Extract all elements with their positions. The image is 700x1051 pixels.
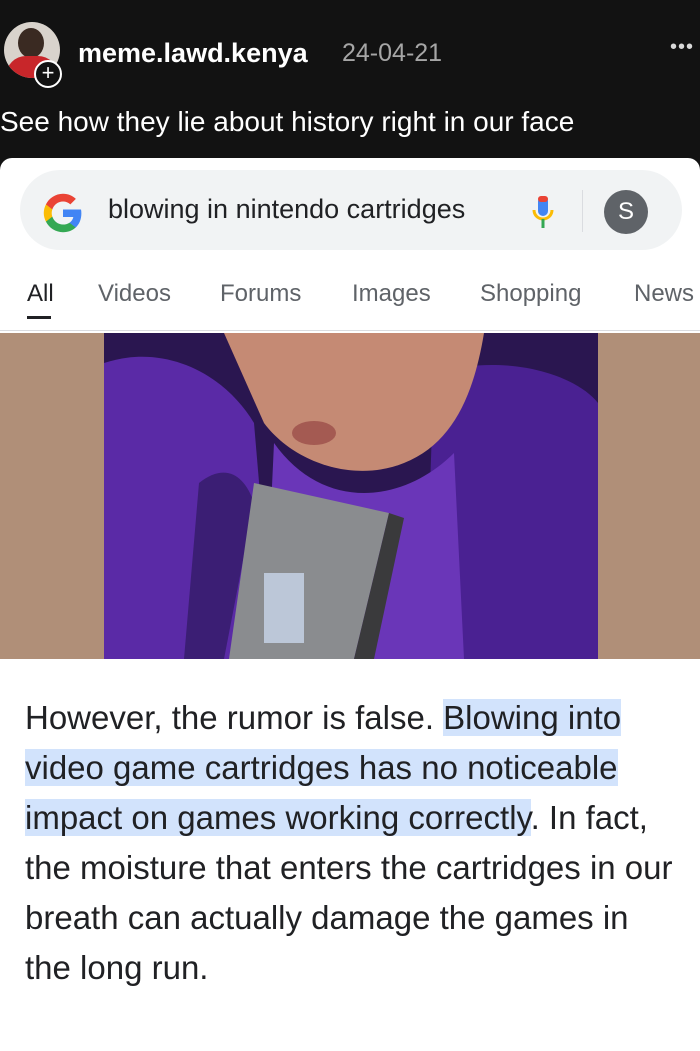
microphone-icon[interactable] xyxy=(530,194,556,230)
avatar-face xyxy=(18,28,44,58)
result-photo xyxy=(104,333,598,659)
active-tab-indicator xyxy=(27,316,51,319)
more-options-icon[interactable]: ••• xyxy=(670,36,694,59)
tab-shopping[interactable]: Shopping xyxy=(480,280,581,308)
snippet-text-start: However, the rumor is false. xyxy=(25,699,444,736)
result-image-panel[interactable] xyxy=(0,333,700,659)
tab-images[interactable]: Images xyxy=(352,280,431,308)
follow-plus-icon[interactable]: + xyxy=(34,60,62,88)
tab-all[interactable]: All xyxy=(27,280,54,308)
search-screenshot: blowing in nintendo cartridges S All Vid… xyxy=(0,158,700,1051)
search-input[interactable]: blowing in nintendo cartridges xyxy=(108,194,465,225)
profile-avatar-button[interactable]: S xyxy=(604,190,648,234)
tab-forums[interactable]: Forums xyxy=(220,280,301,308)
google-logo-icon xyxy=(43,193,82,233)
tab-news[interactable]: News xyxy=(634,280,694,308)
tabs-divider xyxy=(0,330,700,331)
search-bar[interactable]: blowing in nintendo cartridges S xyxy=(20,170,682,250)
username[interactable]: meme.lawd.kenya xyxy=(78,38,308,69)
search-tabs: All Videos Forums Images Shopping News xyxy=(0,268,700,330)
post-caption: See how they lie about history right in … xyxy=(0,106,575,137)
search-bar-divider xyxy=(582,190,583,232)
post-date: 24-04-21 xyxy=(342,39,443,67)
result-snippet: However, the rumor is false. Blowing int… xyxy=(25,693,675,993)
post-header: + meme.lawd.kenya 24-04-21 ••• See how t… xyxy=(0,0,700,160)
tab-videos[interactable]: Videos xyxy=(98,280,171,308)
